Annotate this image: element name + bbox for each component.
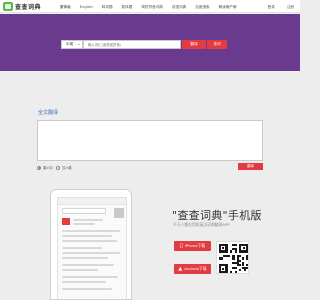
chevron-down-icon bbox=[78, 44, 80, 45]
qr-module bbox=[234, 266, 237, 269]
nav-item-english[interactable]: English bbox=[80, 3, 93, 11]
phone-screen-badge bbox=[62, 218, 70, 225]
android-icon: ▲ bbox=[178, 266, 183, 272]
android-download-label: Android下载 bbox=[184, 266, 207, 271]
qr-module bbox=[218, 243, 221, 253]
option-en-zh-label: 英>中 bbox=[43, 166, 53, 170]
nav-item-8[interactable]: 解读概产解 bbox=[219, 3, 237, 11]
qr-module bbox=[239, 268, 242, 272]
qr-module bbox=[227, 255, 230, 258]
phone-screen-line bbox=[62, 230, 120, 232]
qr-module bbox=[246, 266, 249, 269]
nav-item-5[interactable]: 简拼拼音词典 bbox=[141, 3, 163, 11]
nav-item-idioms[interactable]: 成语词典 bbox=[172, 3, 186, 11]
phone-screen-bar bbox=[58, 198, 126, 205]
qr-module bbox=[225, 264, 228, 274]
qr-module bbox=[239, 243, 242, 253]
option-zh-en-label: 汉>英 bbox=[62, 166, 72, 170]
language-select-value: 中英 bbox=[66, 42, 74, 46]
qr-module bbox=[230, 271, 233, 274]
search-input[interactable] bbox=[83, 40, 181, 49]
qr-module bbox=[234, 250, 237, 253]
nav-item-3[interactable]: 释词题 bbox=[102, 3, 113, 11]
option-zh-en[interactable]: 汉>英 bbox=[56, 165, 72, 170]
iphone-download-label: iPhone下载 bbox=[183, 243, 205, 248]
qr-module bbox=[234, 243, 237, 246]
qr-module bbox=[221, 246, 225, 250]
qr-module bbox=[246, 257, 249, 260]
top-header: 查查词典 繁体版 English 释词题 繁体题 简拼拼音词典 成语词典 百度搜… bbox=[0, 0, 300, 13]
nav-item-search[interactable]: 百度搜索 bbox=[195, 3, 209, 11]
site-logo[interactable]: 查查词典 bbox=[3, 2, 41, 11]
qr-module bbox=[241, 257, 244, 260]
language-select[interactable]: 中英 bbox=[61, 40, 83, 49]
fulltext-translate-button[interactable]: 翻译 bbox=[238, 163, 263, 170]
fulltext-input[interactable] bbox=[37, 120, 263, 161]
qr-code bbox=[216, 241, 249, 274]
qr-module bbox=[246, 243, 249, 253]
qr-module bbox=[242, 246, 245, 250]
logo-text: 查查词典 bbox=[15, 4, 42, 11]
iphone-download-button[interactable]:  iPhone下载 bbox=[174, 241, 211, 251]
book-logo-icon bbox=[3, 2, 13, 11]
phone-screen-line bbox=[62, 269, 98, 271]
phone-screen-line bbox=[62, 252, 120, 254]
qr-module bbox=[243, 268, 247, 272]
qr-module bbox=[225, 243, 228, 253]
phone-screen-line bbox=[62, 288, 112, 290]
phone-screen-line bbox=[62, 257, 108, 259]
phone-screen-thumbnail bbox=[114, 208, 124, 218]
phone-screen bbox=[57, 197, 127, 299]
translate-button[interactable]: 翻译 bbox=[182, 40, 206, 49]
fulltext-title: 全文翻译 bbox=[38, 110, 59, 116]
qr-module bbox=[220, 257, 224, 260]
qr-module bbox=[218, 264, 221, 274]
promo-subtitle: 千万人都在用的英汉词典翻译APP bbox=[173, 222, 230, 227]
auth-links: 登录 注册 bbox=[256, 3, 294, 11]
phone-screen-search bbox=[62, 208, 106, 214]
phone-screen-line bbox=[62, 281, 106, 283]
phone-screen-line bbox=[73, 219, 103, 221]
android-download-button[interactable]: ▲ Android下载 bbox=[174, 264, 211, 274]
radio-zh-en[interactable] bbox=[56, 165, 60, 170]
nav-item-4[interactable]: 繁体题 bbox=[122, 3, 133, 11]
option-en-zh[interactable]: 英>中 bbox=[37, 165, 53, 170]
phone-screen-line bbox=[62, 247, 102, 249]
login-link[interactable]: 登录 bbox=[268, 3, 275, 11]
register-link[interactable]: 注册 bbox=[287, 3, 294, 11]
qr-module bbox=[230, 250, 233, 253]
promo-title: "查查词典"手机版 bbox=[172, 209, 262, 222]
apple-icon:  bbox=[180, 241, 183, 251]
qr-module bbox=[232, 257, 235, 260]
qr-module bbox=[234, 271, 237, 274]
qr-module bbox=[221, 267, 225, 270]
phone-screen-line bbox=[62, 235, 112, 237]
main-nav: 繁体版 English 释词题 繁体题 简拼拼音词典 成语词典 百度搜索 解读概… bbox=[60, 3, 246, 11]
nav-item-traditional[interactable]: 繁体版 bbox=[60, 3, 71, 11]
radio-en-zh[interactable] bbox=[37, 165, 41, 170]
phone-screen-line bbox=[73, 223, 95, 225]
phone-screen-line bbox=[62, 240, 117, 242]
phone-screen-line bbox=[62, 276, 118, 278]
phone-mockup bbox=[50, 189, 132, 300]
phone-screen-line bbox=[62, 264, 114, 266]
lookup-button[interactable]: 查词 bbox=[207, 40, 227, 49]
